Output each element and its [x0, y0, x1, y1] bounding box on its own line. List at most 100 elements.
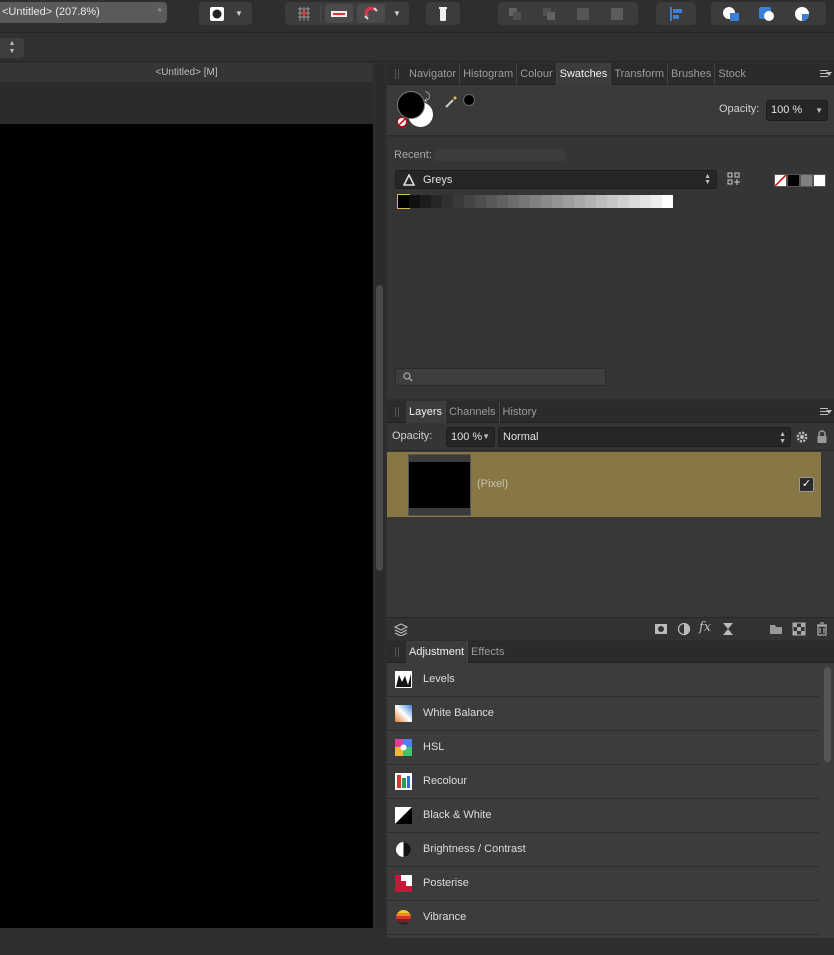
grey-swatch[interactable]: [596, 195, 607, 208]
recent-swatches[interactable]: [435, 149, 565, 161]
grey-swatch[interactable]: [497, 195, 508, 208]
add-shape-button[interactable]: [717, 4, 745, 23]
tab-channels[interactable]: Channels: [446, 401, 500, 423]
tab-effects[interactable]: Effects: [468, 641, 507, 663]
grey-swatch[interactable]: [607, 195, 618, 208]
live-filter-icon[interactable]: [721, 622, 735, 636]
layer-row[interactable]: (Pixel) ✓: [387, 452, 821, 517]
grid-toggle-button[interactable]: [290, 4, 318, 23]
grey-swatch[interactable]: [519, 195, 530, 208]
arrange-backward-button[interactable]: [535, 4, 563, 23]
palette-options-icon[interactable]: [727, 172, 741, 186]
grey-swatch[interactable]: [420, 195, 431, 208]
picked-color-swatch[interactable]: [463, 94, 475, 106]
panel-menu-icon[interactable]: [820, 68, 832, 80]
palette-select[interactable]: Greys ▲ ▼: [395, 170, 717, 189]
adjustment-item-recolour[interactable]: Recolour: [387, 765, 819, 799]
tab-transform[interactable]: Transform: [611, 63, 669, 85]
tab-navigator[interactable]: Navigator: [406, 63, 461, 85]
tab-histogram[interactable]: Histogram: [460, 63, 518, 85]
grey-swatch[interactable]: [651, 195, 662, 208]
trash-icon[interactable]: [815, 622, 829, 636]
adjustment-icon[interactable]: [677, 622, 691, 636]
panel-grip-icon[interactable]: [395, 647, 399, 657]
grey-swatch[interactable]: [486, 195, 497, 208]
panel-grip-icon[interactable]: [395, 407, 399, 417]
adjustment-scrollbar[interactable]: [824, 667, 831, 762]
adjustment-item-brightness-contrast[interactable]: Brightness / Contrast: [387, 833, 819, 867]
layer-visibility-checkbox[interactable]: ✓: [799, 477, 814, 492]
fill-color-front[interactable]: [397, 91, 425, 119]
scrollbar-thumb[interactable]: [376, 285, 383, 571]
tab-layers[interactable]: Layers: [406, 401, 447, 423]
mask-icon[interactable]: [654, 622, 668, 636]
panel-menu-icon[interactable]: [820, 406, 832, 418]
fx-icon[interactable]: fx: [699, 620, 713, 635]
grey-swatch[interactable]: [397, 194, 410, 209]
arrange-front-button[interactable]: [603, 4, 631, 23]
tab-colour[interactable]: Colour: [517, 63, 557, 85]
grey-swatch[interactable]: [442, 195, 453, 208]
intersect-shape-button[interactable]: [789, 4, 817, 23]
swatches-opacity-select[interactable]: 100 % ▼: [766, 100, 828, 121]
grey-swatch[interactable]: [563, 195, 574, 208]
arrange-forward-button[interactable]: [569, 4, 597, 23]
adjustment-item-hsl[interactable]: HSL: [387, 731, 819, 765]
adjustment-item-vibrance[interactable]: Vibrance: [387, 901, 819, 935]
grey-swatch[interactable]: [431, 195, 442, 208]
grey-swatch[interactable]: [475, 195, 486, 208]
document-view-tab[interactable]: <Untitled> [M]: [0, 63, 373, 83]
brush-dot-dropdown[interactable]: ▼: [227, 4, 251, 23]
grey-swatch[interactable]: [409, 195, 420, 208]
snapping-dropdown[interactable]: ▼: [387, 4, 407, 23]
layers-opacity-select[interactable]: 100 % ▼: [446, 427, 495, 447]
pixel-layer-icon[interactable]: [792, 622, 806, 636]
grey-swatch[interactable]: [508, 195, 519, 208]
no-color-icon[interactable]: [397, 117, 407, 127]
tab-adjustment[interactable]: Adjustment: [406, 641, 469, 663]
assistant-button[interactable]: [429, 4, 457, 23]
quick-swatch-grey[interactable]: [800, 174, 813, 187]
swap-colors-icon[interactable]: ⤸: [424, 91, 431, 104]
adjustment-item-label: Brightness / Contrast: [423, 843, 526, 855]
arrange-back-button[interactable]: [501, 4, 529, 23]
adjustment-item-posterise[interactable]: Posterise: [387, 867, 819, 901]
adjustment-item-black-white[interactable]: Black & White: [387, 799, 819, 833]
swatch-search-input[interactable]: [395, 368, 606, 386]
align-button[interactable]: [662, 4, 690, 23]
blend-mode-select[interactable]: Normal ▲ ▼: [498, 427, 791, 447]
grey-swatch[interactable]: [541, 195, 552, 208]
canvas[interactable]: [0, 124, 373, 928]
tab-brushes[interactable]: Brushes: [668, 63, 716, 85]
subtract-shape-button[interactable]: [753, 4, 781, 23]
grey-swatch[interactable]: [585, 195, 596, 208]
grey-swatch[interactable]: [464, 195, 475, 208]
context-stepper[interactable]: ▲ ▼: [0, 38, 24, 58]
grey-swatch[interactable]: [574, 195, 585, 208]
quick-swatch-none[interactable]: [774, 174, 787, 187]
tab-swatches[interactable]: Swatches: [556, 63, 612, 85]
gear-icon[interactable]: [795, 430, 809, 444]
document-scrollbar[interactable]: [375, 63, 385, 933]
lock-icon[interactable]: [816, 430, 828, 444]
snapping-toggle-button[interactable]: [357, 4, 385, 23]
grey-swatch[interactable]: [662, 195, 673, 208]
adjustment-item-levels[interactable]: Levels: [387, 663, 819, 697]
grey-swatch[interactable]: [618, 195, 629, 208]
panel-grip-icon[interactable]: [395, 69, 399, 79]
folder-icon[interactable]: [769, 622, 783, 636]
adjustment-item-white-balance[interactable]: White Balance: [387, 697, 819, 731]
guides-toggle-button[interactable]: [325, 4, 353, 23]
document-title-field[interactable]: <Untitled> (207.8%) *: [0, 2, 167, 23]
layers-stack-icon[interactable]: [394, 622, 408, 636]
grey-swatch[interactable]: [640, 195, 651, 208]
grey-swatch[interactable]: [530, 195, 541, 208]
grey-swatch[interactable]: [453, 195, 464, 208]
grey-swatch[interactable]: [629, 195, 640, 208]
quick-swatch-white[interactable]: [813, 174, 826, 187]
color-picker-icon[interactable]: [444, 93, 460, 109]
grey-swatch[interactable]: [552, 195, 563, 208]
tab-history[interactable]: History: [500, 401, 540, 423]
quick-swatch-black[interactable]: [787, 174, 800, 187]
tab-stock[interactable]: Stock: [715, 63, 749, 85]
